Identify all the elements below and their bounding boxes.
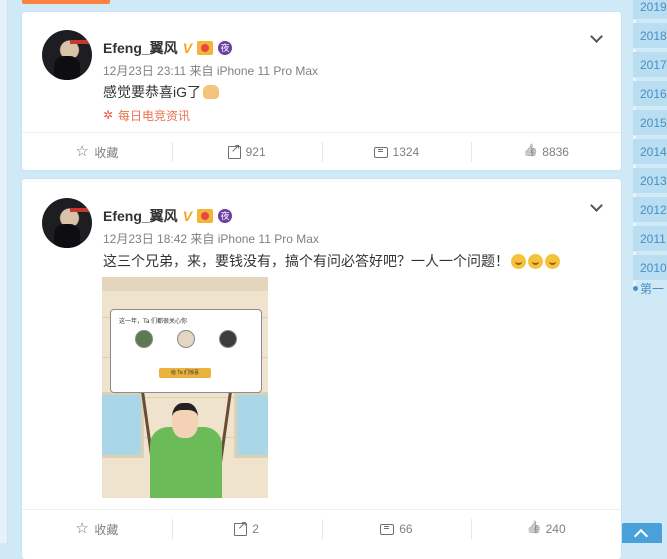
source-icon [103, 108, 114, 122]
favorite-label: 收藏 [94, 522, 119, 537]
like-button[interactable]: 8836 [471, 133, 621, 171]
year-item[interactable]: 2013 [633, 168, 667, 194]
author-row: Efeng_翼风 V 夜 [103, 206, 233, 226]
action-bar: 收藏 921 1324 8836 [22, 132, 621, 171]
post-image[interactable]: 这一年，Ta 们都很关心你 给 Ta 们惊喜 [102, 277, 268, 498]
avatar[interactable] [42, 198, 92, 248]
comment-button[interactable]: 66 [321, 510, 472, 548]
comment-count: 1324 [392, 145, 420, 159]
post-meta[interactable]: 12月23日 18:42 来自 iPhone 11 Pro Max [103, 230, 319, 247]
post-meta[interactable]: 12月23日 23:11 来自 iPhone 11 Pro Max [103, 62, 318, 79]
member-crown-icon[interactable] [197, 209, 214, 223]
verified-v-icon[interactable]: V [183, 40, 192, 56]
chevron-down-icon[interactable] [591, 201, 603, 213]
cat-emoji-icon [528, 254, 543, 269]
back-to-top-button[interactable] [622, 523, 662, 543]
repost-icon [227, 141, 241, 159]
cat-emoji-icon [511, 254, 526, 269]
comment-icon [373, 146, 388, 158]
star-icon [75, 142, 89, 160]
popup-title: 这一年，Ta 们都很关心你 [119, 319, 188, 325]
author-name[interactable]: Efeng_翼风 [103, 38, 178, 58]
favorite-button[interactable]: 收藏 [22, 510, 172, 548]
weibo-post: Efeng_翼风 V 夜 12月23日 18:42 来自 iPhone 11 P… [22, 179, 621, 559]
like-count: 240 [545, 522, 566, 536]
image-header-strip [102, 277, 268, 291]
left-sidebar-edge [0, 0, 8, 543]
popup-avatar [177, 330, 195, 348]
year-item[interactable]: 2016 [633, 81, 667, 107]
like-count: 8836 [542, 145, 569, 159]
verified-v-icon[interactable]: V [183, 208, 192, 224]
year-item[interactable]: 2011 [633, 226, 667, 252]
action-bar: 收藏 2 66 240 [22, 509, 621, 548]
cat-emoji-icon [545, 254, 560, 269]
top-card-accent [22, 0, 110, 4]
year-item[interactable]: 2018 [633, 23, 667, 49]
source-link[interactable]: 每日电竞资讯 [103, 107, 190, 124]
repost-button[interactable]: 921 [171, 133, 322, 171]
favorite-label: 收藏 [94, 145, 119, 160]
avatar[interactable] [42, 30, 92, 80]
repost-icon [234, 518, 247, 536]
thumbs-up-icon [523, 145, 537, 159]
author-name[interactable]: Efeng_翼风 [103, 206, 178, 226]
year-item[interactable]: 2017 [633, 52, 667, 78]
post-text-content: 这三个兄弟，来，要钱没有，搞个有问必答好吧？一人一个问题！ [103, 253, 509, 269]
popup-avatar [219, 330, 237, 348]
window-left [102, 392, 144, 458]
year-navigation: 2019 2018 2017 2016 2015 2014 2013 2012 … [633, 0, 667, 543]
year-item[interactable]: 2010 [633, 255, 667, 281]
star-icon [75, 519, 89, 537]
illustration-person-head [172, 403, 198, 438]
source-label: 每日电竞资讯 [118, 109, 191, 123]
night-badge-icon[interactable]: 夜 [218, 209, 233, 223]
year-first-link[interactable]: 第一 [633, 280, 664, 297]
like-button[interactable]: 240 [471, 510, 621, 548]
post-text: 这三个兄弟，来，要钱没有，搞个有问必答好吧？一人一个问题！ [103, 251, 560, 271]
repost-count: 921 [245, 145, 266, 159]
comment-count: 66 [399, 522, 413, 536]
year-first-label: 第一 [640, 282, 665, 296]
favorite-button[interactable]: 收藏 [22, 133, 172, 171]
year-item[interactable]: 2014 [633, 139, 667, 165]
year-item[interactable]: 2012 [633, 197, 667, 223]
year-item[interactable]: 2019 [633, 0, 667, 20]
post-text: 感觉要恭喜iG了 [103, 82, 219, 102]
timeline-dot-icon [633, 286, 638, 291]
comment-button[interactable]: 1324 [321, 133, 472, 171]
popup-avatar [135, 330, 153, 348]
repost-count: 2 [252, 522, 259, 536]
comment-icon [380, 523, 395, 535]
window-right [234, 392, 268, 458]
member-crown-icon[interactable] [197, 41, 214, 55]
praying-hands-emoji-icon [203, 85, 219, 99]
image-popup: 这一年，Ta 们都很关心你 给 Ta 们惊喜 [110, 309, 262, 393]
repost-button[interactable]: 2 [171, 510, 322, 548]
thumbs-up-icon [527, 522, 541, 536]
chevron-down-icon[interactable] [591, 32, 603, 44]
author-row: Efeng_翼风 V 夜 [103, 38, 233, 58]
year-item[interactable]: 2015 [633, 110, 667, 136]
weibo-post: Efeng_翼风 V 夜 12月23日 23:11 来自 iPhone 11 P… [22, 12, 621, 170]
popup-button: 给 Ta 们惊喜 [159, 368, 211, 378]
night-badge-icon[interactable]: 夜 [218, 41, 233, 55]
post-text-content: 感觉要恭喜iG了 [103, 84, 201, 100]
